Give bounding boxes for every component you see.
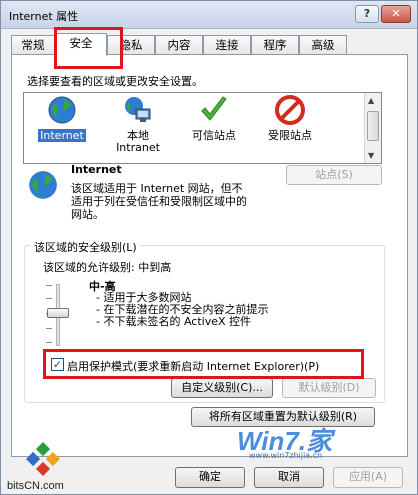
win7-watermark: Win7.家 www.win7zhijia.cn bbox=[237, 421, 387, 461]
default-level-button[interactable]: 默认级别(D) bbox=[282, 378, 376, 398]
globe-icon bbox=[29, 171, 57, 199]
zone-label: 可信站点 bbox=[192, 129, 236, 142]
title-bar[interactable]: Internet 属性 ? ✕ bbox=[1, 1, 417, 29]
tab-content[interactable]: 内容 bbox=[155, 35, 203, 55]
zone-local-intranet[interactable]: 本地 Intranet bbox=[100, 95, 176, 154]
scroll-up-icon[interactable]: ▲ bbox=[368, 96, 374, 105]
zone-label: 受限站点 bbox=[268, 129, 312, 142]
slider-tick bbox=[46, 298, 52, 299]
tab-programs[interactable]: 程序 bbox=[251, 35, 299, 55]
slider-tick bbox=[46, 285, 52, 286]
zone-info-title: Internet bbox=[71, 163, 122, 176]
slider-tick bbox=[46, 342, 52, 343]
tab-security[interactable]: 安全 bbox=[55, 33, 107, 56]
allowed-levels-text: 该区域的允许级别: 中到高 bbox=[43, 261, 172, 274]
security-slider-thumb[interactable] bbox=[47, 308, 69, 318]
window-title: Internet 属性 bbox=[9, 10, 79, 23]
zone-label: Internet bbox=[38, 129, 86, 142]
protected-mode-label[interactable]: 启用保护模式(要求重新启动 Internet Explorer)(P) bbox=[67, 358, 319, 374]
custom-level-button[interactable]: 自定义级别(C)... bbox=[171, 378, 273, 398]
level-bullet: - 不下载未签名的 ActiveX 控件 bbox=[96, 315, 252, 328]
zone-list: Internet 本地 Intranet 可信站点 受限站点 ▲ ▼ bbox=[23, 92, 382, 164]
sites-button[interactable]: 站点(S) bbox=[286, 165, 382, 185]
zone-internet[interactable]: Internet bbox=[24, 95, 100, 142]
security-level-title: 该区域的安全级别(L) bbox=[31, 239, 140, 255]
globe-icon bbox=[48, 96, 76, 124]
zone-scrollbar[interactable]: ▲ ▼ bbox=[364, 93, 381, 163]
watermark-left-text: bitsCN.com bbox=[7, 480, 64, 492]
zone-restricted-sites[interactable]: 受限站点 bbox=[252, 95, 328, 142]
apply-button[interactable]: 应用(A) bbox=[333, 467, 403, 488]
zone-description: 该区域适用于 Internet 网站，但不适用于列在受信任和受限制区域中的网站。 bbox=[71, 182, 247, 221]
scroll-down-icon[interactable]: ▼ bbox=[368, 151, 374, 160]
ok-button[interactable]: 确定 bbox=[175, 467, 245, 488]
zone-trusted-sites[interactable]: 可信站点 bbox=[176, 95, 252, 142]
tab-connections[interactable]: 连接 bbox=[203, 35, 251, 55]
help-button[interactable]: ? bbox=[355, 5, 379, 23]
checkmark-icon bbox=[201, 96, 227, 121]
tab-general[interactable]: 常规 bbox=[11, 35, 55, 55]
zone-label-2: Intranet bbox=[116, 141, 160, 154]
tab-privacy[interactable]: 隐私 bbox=[107, 35, 155, 55]
slider-tick bbox=[46, 328, 52, 329]
local-intranet-icon bbox=[125, 97, 151, 122]
level-description: - 适用于大多数网站 - 在下载潜在的不安全内容之前提示 - 不下载未签名的 A… bbox=[96, 292, 268, 328]
tab-advanced[interactable]: 高级 bbox=[299, 35, 347, 55]
restricted-icon bbox=[275, 95, 305, 125]
tab-strip: 常规 安全 隐私 内容 连接 程序 高级 bbox=[11, 33, 411, 56]
close-button[interactable]: ✕ bbox=[381, 5, 411, 23]
internet-options-dialog: Internet 属性 ? ✕ 常规 安全 隐私 内容 连接 程序 高级 选择要… bbox=[0, 0, 418, 495]
protected-mode-checkbox[interactable]: ✓ bbox=[51, 358, 64, 371]
watermark-url: www.win7zhijia.cn bbox=[249, 451, 323, 460]
scroll-thumb[interactable] bbox=[367, 111, 379, 141]
cancel-button[interactable]: 取消 bbox=[254, 467, 324, 488]
bitscn-logo-icon: bitsCN.com bbox=[7, 442, 64, 492]
zone-instruction: 选择要查看的区域或更改安全设置。 bbox=[27, 75, 203, 88]
